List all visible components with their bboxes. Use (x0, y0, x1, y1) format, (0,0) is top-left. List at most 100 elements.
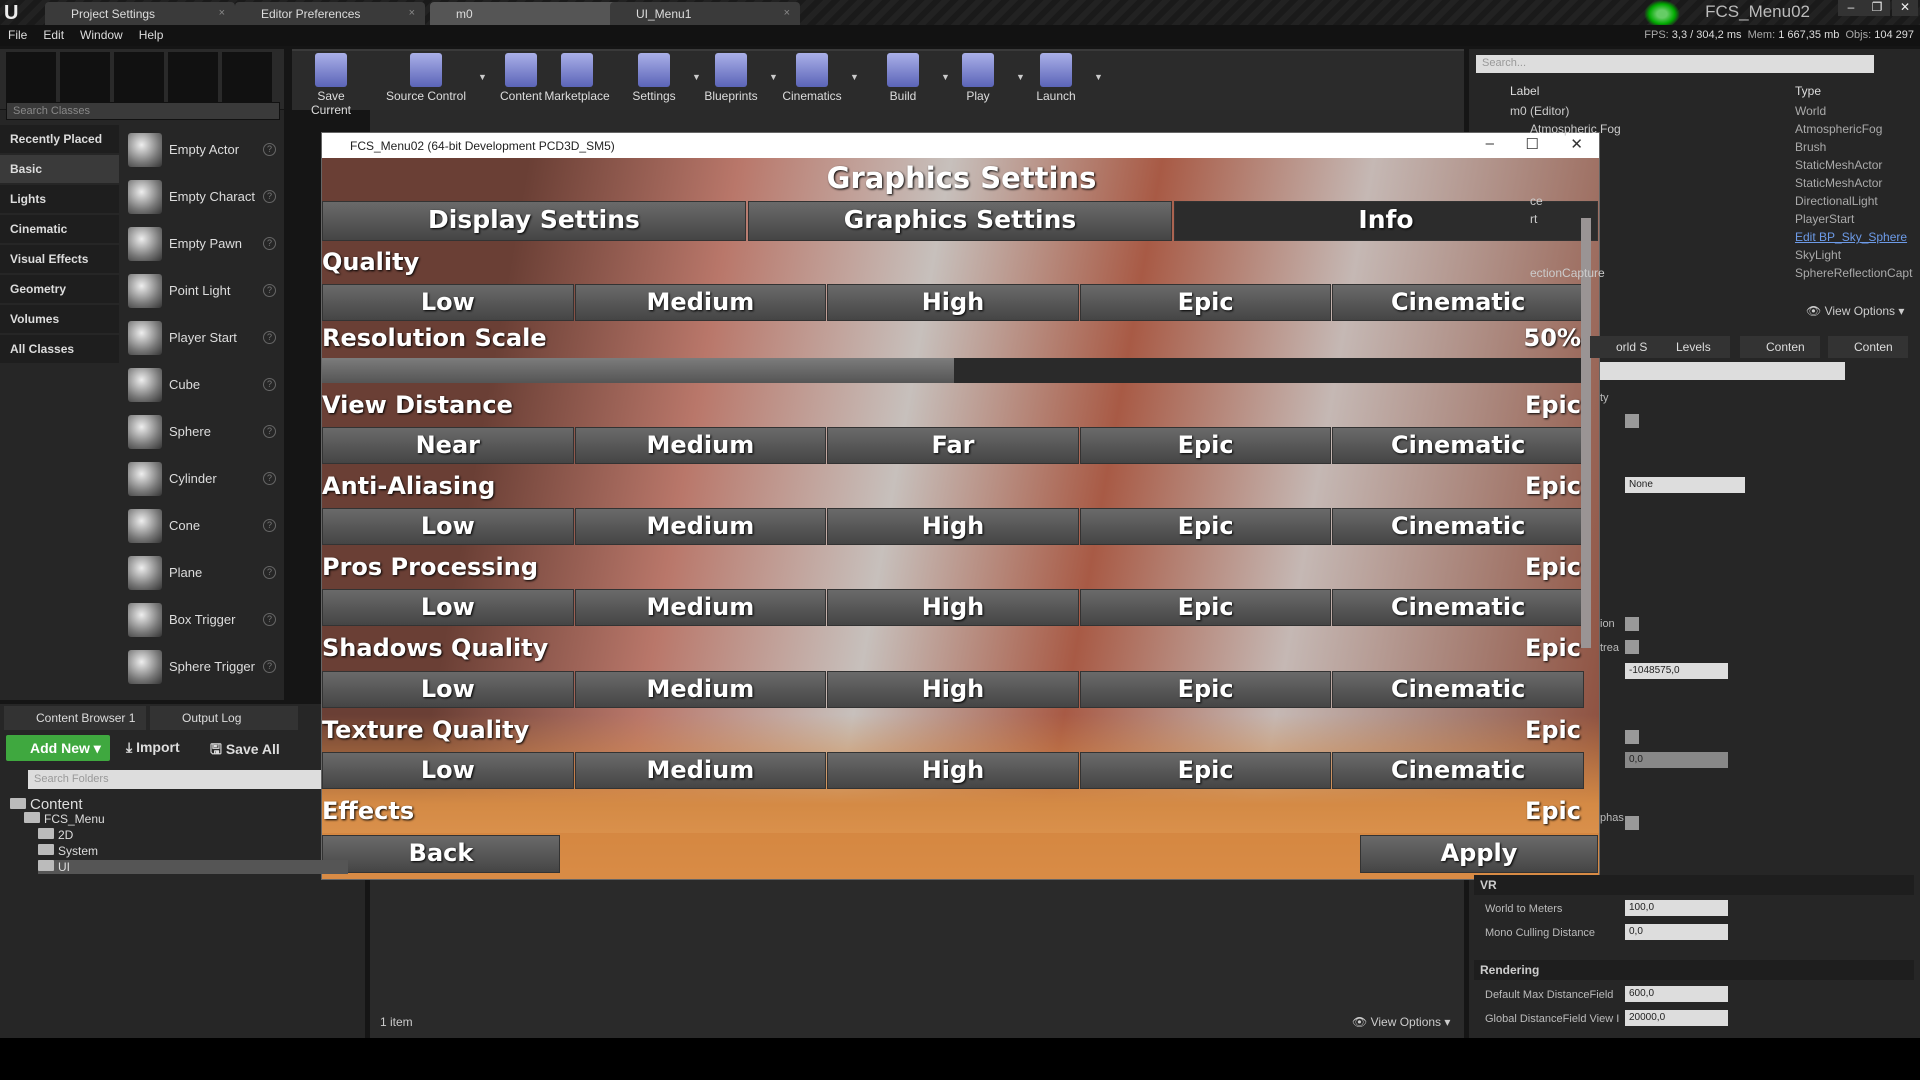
option-epic-button[interactable]: Epic (1079, 427, 1332, 464)
option-high-button[interactable]: High (827, 589, 1079, 626)
place-item[interactable]: Point Light? (124, 269, 280, 313)
back-button[interactable]: Back (322, 835, 560, 873)
folder-item[interactable]: System (38, 844, 98, 858)
option-near-button[interactable]: Near (322, 427, 574, 464)
property-checkbox[interactable] (1625, 640, 1639, 654)
folder-item[interactable]: UI (38, 860, 348, 874)
world-to-meters-field[interactable]: 100,0 (1625, 900, 1728, 916)
search-folders-input[interactable]: Search Folders (28, 770, 328, 789)
option-low-button[interactable]: Low (322, 589, 574, 626)
save-all-button[interactable]: 🖫 Save All (210, 739, 280, 763)
outliner-search-input[interactable]: Search... (1476, 55, 1874, 73)
landscape-mode-icon[interactable] (114, 52, 164, 104)
game-close-button[interactable]: ✕ (1570, 135, 1583, 153)
category-geometry[interactable]: Geometry (0, 275, 119, 303)
place-item[interactable]: Sphere? (124, 410, 280, 454)
scrollbar[interactable] (1581, 218, 1591, 648)
vr-section[interactable]: VR (1474, 875, 1914, 895)
menu-edit[interactable]: Edit (35, 25, 72, 45)
details-tab-3[interactable]: Conten (1828, 336, 1908, 358)
toolbar-play-button[interactable]: Play (944, 53, 1012, 103)
number-field[interactable]: 0,0 (1625, 752, 1728, 768)
menu-file[interactable]: File (0, 25, 35, 45)
outliner-label[interactable]: ce (1530, 194, 1543, 208)
property-checkbox[interactable] (1625, 730, 1639, 744)
view-options-button[interactable]: 👁 View Options ▾ (1352, 1015, 1450, 1029)
option-cinematic-button[interactable]: Cinematic (1332, 508, 1584, 545)
option-medium-button[interactable]: Medium (574, 427, 827, 464)
game-maximize-button[interactable]: ☐ (1526, 135, 1539, 153)
tab-display-settins[interactable]: Display Settins (322, 201, 746, 241)
property-checkbox[interactable] (1625, 414, 1639, 428)
apply-button[interactable]: Apply (1360, 835, 1598, 873)
help-icon[interactable]: ? (263, 425, 276, 438)
help-icon[interactable]: ? (263, 378, 276, 391)
folder-item[interactable]: FCS_Menu (24, 812, 105, 826)
minimize-button[interactable]: – (1838, 0, 1864, 16)
doc-tab-1[interactable]: Editor Preferences × (235, 2, 425, 25)
option-cinematic-button[interactable]: Cinematic (1332, 671, 1584, 708)
doc-tab-3[interactable]: UI_Menu1 × (610, 2, 800, 25)
menu-window[interactable]: Window (72, 25, 131, 45)
folder-item[interactable]: 2D (38, 828, 73, 842)
help-icon[interactable]: ? (263, 472, 276, 485)
toolbar-build-button[interactable]: Build (869, 53, 937, 103)
rendering-section[interactable]: Rendering (1474, 960, 1914, 980)
dropdown-arrow-icon[interactable]: ▼ (769, 72, 778, 82)
number-field[interactable]: -1048575,0 (1625, 663, 1728, 679)
toolbar-source-control-button[interactable]: Source Control (378, 53, 474, 103)
property-checkbox[interactable] (1625, 617, 1639, 631)
restore-button[interactable]: ❐ (1864, 0, 1890, 16)
option-high-button[interactable]: High (827, 284, 1079, 321)
category-recently-placed[interactable]: Recently Placed (0, 125, 119, 153)
none-select[interactable]: None (1625, 477, 1745, 493)
option-epic-button[interactable]: Epic (1079, 752, 1332, 789)
outliner-label[interactable]: rt (1530, 212, 1537, 226)
category-lights[interactable]: Lights (0, 185, 119, 213)
property-checkbox[interactable] (1625, 816, 1639, 830)
toolbar-settings-button[interactable]: Settings (620, 53, 688, 103)
category-all-classes[interactable]: All Classes (0, 335, 119, 363)
details-tab-1[interactable]: Levels (1650, 336, 1730, 358)
tab-close-icon[interactable]: × (784, 7, 790, 19)
dropdown-arrow-icon[interactable]: ▼ (478, 72, 487, 82)
place-item[interactable]: Cylinder? (124, 457, 280, 501)
toolbar-blueprints-button[interactable]: Blueprints (697, 53, 765, 103)
close-button[interactable]: ✕ (1892, 0, 1918, 16)
option-cinematic-button[interactable]: Cinematic (1332, 589, 1584, 626)
place-item[interactable]: Plane? (124, 551, 280, 595)
geometry-mode-icon[interactable] (222, 52, 272, 104)
tab-graphics-settins[interactable]: Graphics Settins (748, 201, 1172, 241)
doc-tab-2[interactable]: m0 (430, 2, 620, 25)
category-basic[interactable]: Basic (0, 155, 119, 183)
place-item[interactable]: Empty Pawn? (124, 222, 280, 266)
resolution-slider[interactable] (322, 358, 1585, 383)
option-cinematic-button[interactable]: Cinematic (1332, 752, 1584, 789)
dropdown-arrow-icon[interactable]: ▼ (850, 72, 859, 82)
option-low-button[interactable]: Low (322, 752, 574, 789)
toolbar-marketplace-button[interactable]: Marketplace (543, 53, 611, 103)
foliage-mode-icon[interactable] (168, 52, 218, 104)
place-item[interactable]: Empty Charact? (124, 175, 280, 219)
option-high-button[interactable]: High (827, 671, 1079, 708)
add-new-button[interactable]: Add New ▾ (6, 735, 110, 761)
help-icon[interactable]: ? (263, 613, 276, 626)
outliner-label[interactable]: m0 (Editor) (1510, 104, 1569, 118)
option-epic-button[interactable]: Epic (1079, 284, 1332, 321)
default-max-distancefield-field[interactable]: 600,0 (1625, 986, 1728, 1002)
place-item[interactable]: Cube? (124, 363, 280, 407)
game-minimize-button[interactable]: – (1486, 135, 1494, 152)
paint-mode-icon[interactable] (60, 52, 110, 104)
category-cinematic[interactable]: Cinematic (0, 215, 119, 243)
place-item[interactable]: Cone? (124, 504, 280, 548)
option-low-button[interactable]: Low (322, 671, 574, 708)
folder-item[interactable]: Content (10, 796, 83, 813)
doc-tab-0[interactable]: Project Settings × (45, 2, 235, 25)
cb-tab-0[interactable]: Content Browser 1 (4, 706, 146, 730)
option-low-button[interactable]: Low (322, 284, 574, 321)
place-item[interactable]: Player Start? (124, 316, 280, 360)
outliner-label[interactable]: Atmospheric Fog (1530, 122, 1621, 136)
option-medium-button[interactable]: Medium (574, 671, 827, 708)
help-icon[interactable]: ? (263, 660, 276, 673)
mono-culling-field[interactable]: 0,0 (1625, 924, 1728, 940)
